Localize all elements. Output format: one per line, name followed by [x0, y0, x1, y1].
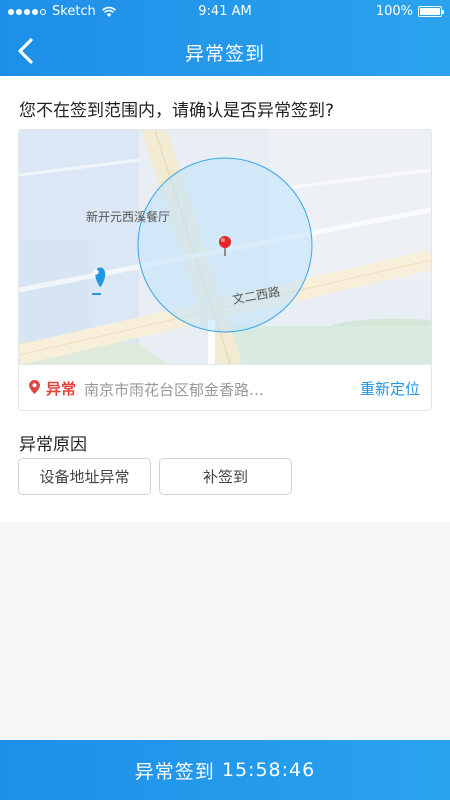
map-card: 新开元西溪餐厅 文二西路 异常 南京市雨花台区郁金香路… 重新定位 — [18, 129, 432, 411]
location-pin-icon — [29, 380, 40, 394]
checkin-time: 15:58:46 — [221, 759, 316, 781]
reason-resign-button[interactable]: 补签到 — [159, 458, 292, 495]
battery-icon — [418, 6, 444, 17]
checkin-separator — [215, 759, 222, 781]
status-bar: Sketch 9:41 AM 100% — [0, 0, 450, 24]
checkin-label: 异常签到 — [134, 760, 215, 783]
battery-percent: 100% — [375, 4, 413, 19]
abnormal-checkin-button[interactable]: 异常签到 15:58:46 — [0, 740, 450, 800]
reason-title: 异常原因 — [19, 435, 87, 455]
address-text: 南京市雨花台区郁金香路… — [84, 381, 265, 399]
nav-bar: 异常签到 — [0, 28, 450, 74]
range-question: 您不在签到范围内，请确认是否异常签到? — [19, 101, 335, 121]
status-right: 100% — [375, 4, 444, 19]
map-poi-label: 新开元西溪餐厅 — [86, 210, 171, 224]
location-row: 异常 南京市雨花台区郁金香路… 重新定位 — [19, 364, 431, 410]
page-title: 异常签到 — [184, 43, 265, 65]
map-view[interactable] — [19, 130, 431, 364]
relocate-button[interactable]: 重新定位 — [360, 378, 420, 399]
abnormal-status-label: 异常 — [46, 380, 77, 398]
top-bar: Sketch 9:41 AM 100% 异常签到 — [0, 0, 450, 76]
reason-device-address-button[interactable]: 设备地址异常 — [18, 458, 151, 495]
content-panel: 您不在签到范围内，请确认是否异常签到? 新开元西溪餐厅 文二西路 异常 南京市雨… — [0, 76, 450, 522]
